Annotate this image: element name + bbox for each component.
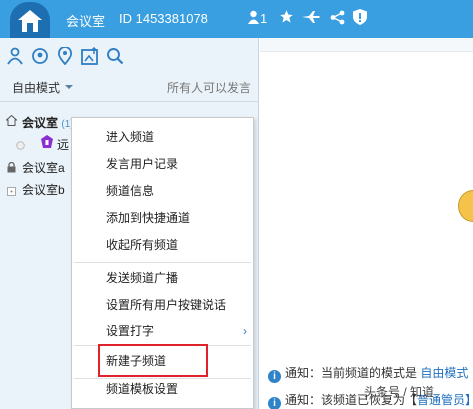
airplane-icon[interactable] [302,11,320,26]
menu-item-template-settings[interactable]: 频道模板设置 [72,376,253,402]
chat-panel: i 通知：当前频道的模式是 自由模式 i 通知：该频道已恢复为【普通管员】 头条号 … [260,38,473,409]
home-channel-icon [5,114,18,129]
location-icon[interactable] [57,46,73,68]
online-count: 1 [260,11,268,26]
mode-note: 所有人可以发言 [166,81,251,95]
user-item[interactable]: 远 [57,136,69,153]
room-name: 会议室 [66,14,106,29]
chat-header-strip [260,38,473,52]
star-icon[interactable] [279,9,294,27]
home-logo-icon[interactable] [10,2,50,38]
menu-separator [74,262,251,263]
channel-item-b[interactable]: 会议室b [22,181,65,198]
menu-item-typing-settings[interactable]: 设置打字 › [72,318,253,344]
chevron-right-icon: › [243,324,247,338]
channel-item-a[interactable]: 会议室a [22,159,65,176]
search-icon[interactable] [106,47,124,68]
title-bar: 会议室 ID 1453381078 1 [0,0,473,38]
menu-item-add-shortcut[interactable]: 添加到快捷通道 [72,205,253,231]
chevron-down-icon[interactable] [65,85,73,89]
room-id: ID 1453381078 [119,11,208,26]
shield-icon[interactable] [353,9,367,28]
highlight-annotation-box [98,344,208,377]
menu-item-push-to-talk[interactable]: 设置所有用户按键说话 [72,292,253,318]
channel-context-menu: 进入频道 发言用户记录 频道信息 添加到快捷通道 收起所有频道 发送频道广播 设… [71,117,254,409]
info-icon: i [268,370,281,383]
notice-line: i 通知：当前频道的模式是 自由模式 [268,364,468,383]
radio-dot-icon [16,139,25,153]
channel-label: 会议室 [22,116,59,130]
admin-user-icon [41,135,53,152]
channel-dot-icon [7,185,16,199]
user-icon[interactable] [248,10,259,27]
lock-icon [7,161,16,176]
menu-item-collapse-all[interactable]: 收起所有频道 [72,232,253,258]
menu-item-speaker-log[interactable]: 发言用户记录 [72,151,253,177]
user-group-icon[interactable] [6,47,24,68]
channel-item-main[interactable]: 会议室 (1) [22,114,74,131]
menu-item-enter-channel[interactable]: 进入频道 [72,124,253,150]
mode-select[interactable]: 自由模式 [12,79,60,96]
notice-highlight: 自由模式 [420,366,469,380]
menu-item-broadcast[interactable]: 发送频道广播 [72,265,253,291]
mode-row: 自由模式 所有人可以发言 [0,72,259,102]
menu-item-label: 设置打字 [106,324,155,338]
refresh-user-icon[interactable] [31,47,49,68]
mascot-image [458,190,473,222]
image-upload-icon[interactable] [81,46,99,68]
share-icon[interactable] [330,10,345,28]
app-window: 会议室 ID 1453381078 1 自由模式 所有人可以发言 会议室 (1)… [0,0,473,409]
menu-item-channel-info[interactable]: 频道信息 [72,178,253,204]
notice-text: 通知：当前频道的模式是 [285,366,421,380]
watermark: 头条号 / 知道 [364,385,435,399]
info-icon: i [268,397,281,409]
